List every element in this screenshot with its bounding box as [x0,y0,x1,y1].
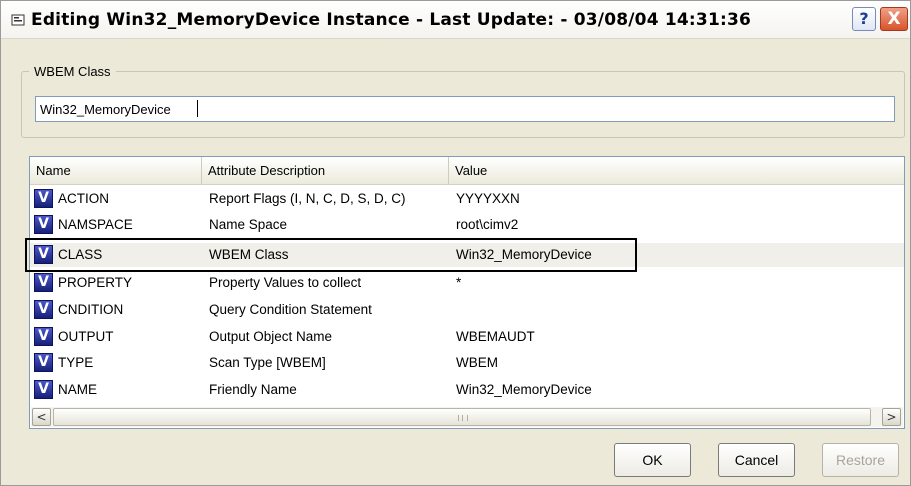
item-value: YYYYXXN [456,191,520,206]
item-description: Report Flags (I, N, C, D, S, D, C) [209,191,406,206]
variable-icon: V [34,273,53,292]
column-header-value[interactable]: Value [449,157,904,184]
item-name: CNDITION [58,302,124,317]
list-item-action[interactable]: V ACTION Report Flags (I, N, C, D, S, D,… [30,187,904,211]
column-header-name[interactable]: Name [30,157,202,184]
ok-button[interactable]: OK [614,443,691,477]
item-name: NAMSPACE [58,217,133,232]
window-title: Editing Win32_MemoryDevice Instance - La… [31,10,752,30]
list-item-name[interactable]: V NAME Friendly Name Win32_MemoryDevice [30,378,904,402]
title-bar[interactable]: Editing Win32_MemoryDevice Instance - La… [1,1,910,39]
item-value: root\cimv2 [456,217,519,232]
item-name: PROPERTY [58,275,133,290]
item-name: NAME [58,382,98,397]
variable-icon: V [34,353,53,372]
item-name: ACTION [58,191,110,206]
wbem-class-legend: WBEM Class [29,64,116,79]
item-description: Scan Type [WBEM] [209,355,326,370]
edit-instance-dialog: Editing Win32_MemoryDevice Instance - La… [0,0,911,486]
variable-icon: V [34,189,53,208]
item-description: Property Values to collect [209,275,362,290]
close-button[interactable]: X [880,7,908,31]
column-header-description[interactable]: Attribute Description [202,157,449,184]
scroll-right-button[interactable]: > [882,408,901,426]
item-description: Query Condition Statement [209,302,372,317]
item-value: * [456,275,462,290]
wbem-class-input[interactable] [35,96,895,122]
help-button[interactable]: ? [852,7,876,31]
list-item-output[interactable]: V OUTPUT Output Object Name WBEMAUDT [30,325,904,349]
item-name: TYPE [58,355,94,370]
restore-button[interactable]: Restore [822,443,899,477]
cancel-button[interactable]: Cancel [718,443,795,477]
list-item-namspace[interactable]: V NAMSPACE Name Space root\cimv2 [30,213,904,237]
item-description: Name Space [209,217,288,232]
app-icon [11,13,25,27]
item-value: WBEMAUDT [456,329,535,344]
class-row-highlight-box [25,238,637,272]
horizontal-scrollbar[interactable]: < > [31,407,903,427]
text-caret [197,100,198,117]
item-description: Friendly Name [209,382,297,397]
list-item-cndition[interactable]: V CNDITION Query Condition Statement [30,298,904,322]
attribute-list[interactable]: Name Attribute Description Value V ACTIO… [29,156,905,429]
variable-icon: V [34,327,53,346]
item-value: Win32_MemoryDevice [456,382,592,397]
list-item-property[interactable]: V PROPERTY Property Values to collect * [30,271,904,295]
grip-icon [458,415,468,421]
list-item-type[interactable]: V TYPE Scan Type [WBEM] WBEM [30,351,904,375]
item-description: Output Object Name [209,329,333,344]
item-value: WBEM [456,355,498,370]
variable-icon: V [34,380,53,399]
scroll-left-button[interactable]: < [32,408,51,426]
list-header: Name Attribute Description Value [30,157,904,185]
variable-icon: V [34,215,53,234]
variable-icon: V [34,300,53,319]
scrollbar-thumb[interactable] [53,408,871,426]
item-name: OUTPUT [58,329,114,344]
